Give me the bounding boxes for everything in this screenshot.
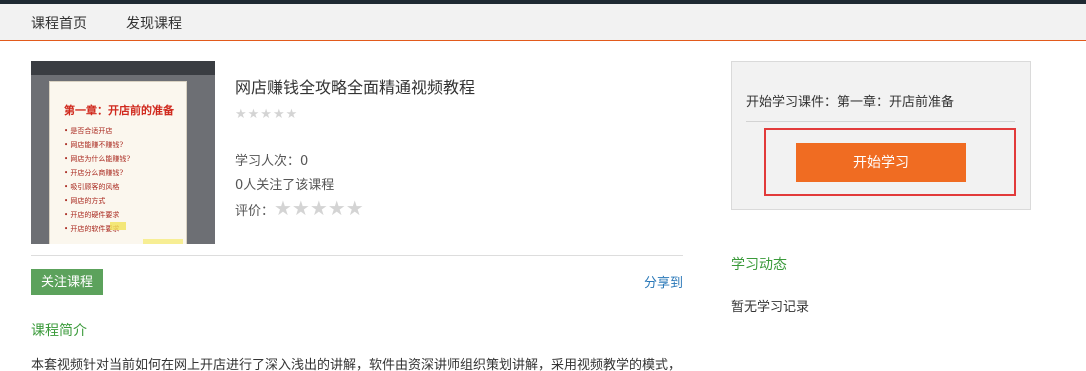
top-nav: 课程首页 发现课程 [0,4,1086,41]
rating-stars-small: ★★★★★ [235,107,299,122]
course-thumbnail: 第一章：开店前的准备 • 是否合适开店 • 网店能赚不赚钱? • 网店为什么能赚… [31,61,215,244]
start-learning-panel: 开始学习课件：第一章：开店前准备 开始学习 [731,61,1031,210]
slide-bullet: • 网店的方式 [64,197,106,205]
course-title: 网店赚钱全攻略全面精通视频教程 [235,78,476,97]
intro-text: 本套视频针对当前如何在网上开店进行了深入浅出的讲解，软件由资深讲师组织策划讲解，… [31,358,682,371]
nav-discover-courses[interactable]: 发现课程 [126,13,182,33]
slide-bullet: • 网店能赚不赚钱? [64,141,124,149]
rating-label: 评价： [235,204,275,219]
intro-heading: 课程简介 [31,323,87,339]
slide-bullet: • 吸引顾客的风格 [64,183,120,191]
activity-heading: 学习动态 [731,257,787,273]
thumbnail-toolbar [31,61,215,75]
nav-course-home[interactable]: 课程首页 [31,13,87,33]
slide-bullet: • 开店分么商赚钱? [64,169,124,177]
slide-bullet: • 网店为什么能赚钱? [64,155,131,163]
follower-count: 0人关注了该课程 [235,178,335,193]
rating-stars-input[interactable]: ★★★★★ [274,196,364,220]
thumbnail-slide: 第一章：开店前的准备 • 是否合适开店 • 网店能赚不赚钱? • 网店为什么能赚… [49,81,187,244]
slide-highlight [110,222,126,230]
slide-title: 第一章：开店前的准备 [64,104,174,117]
panel-divider [746,121,1015,122]
slide-bullet: • 开店的硬件要求 [64,211,120,219]
slide-bullet: • 是否合适开店 [64,127,113,135]
start-learning-button[interactable]: 开始学习 [796,143,966,182]
learner-count: 学习人次：0 [235,154,309,169]
activity-empty-text: 暂无学习记录 [731,300,810,315]
content-divider [31,255,683,256]
share-link[interactable]: 分享到 [644,272,683,291]
slide-highlight [143,239,183,244]
courseware-label: 开始学习课件：第一章：开店前准备 [746,95,955,110]
follow-course-button[interactable]: 关注课程 [31,269,103,295]
